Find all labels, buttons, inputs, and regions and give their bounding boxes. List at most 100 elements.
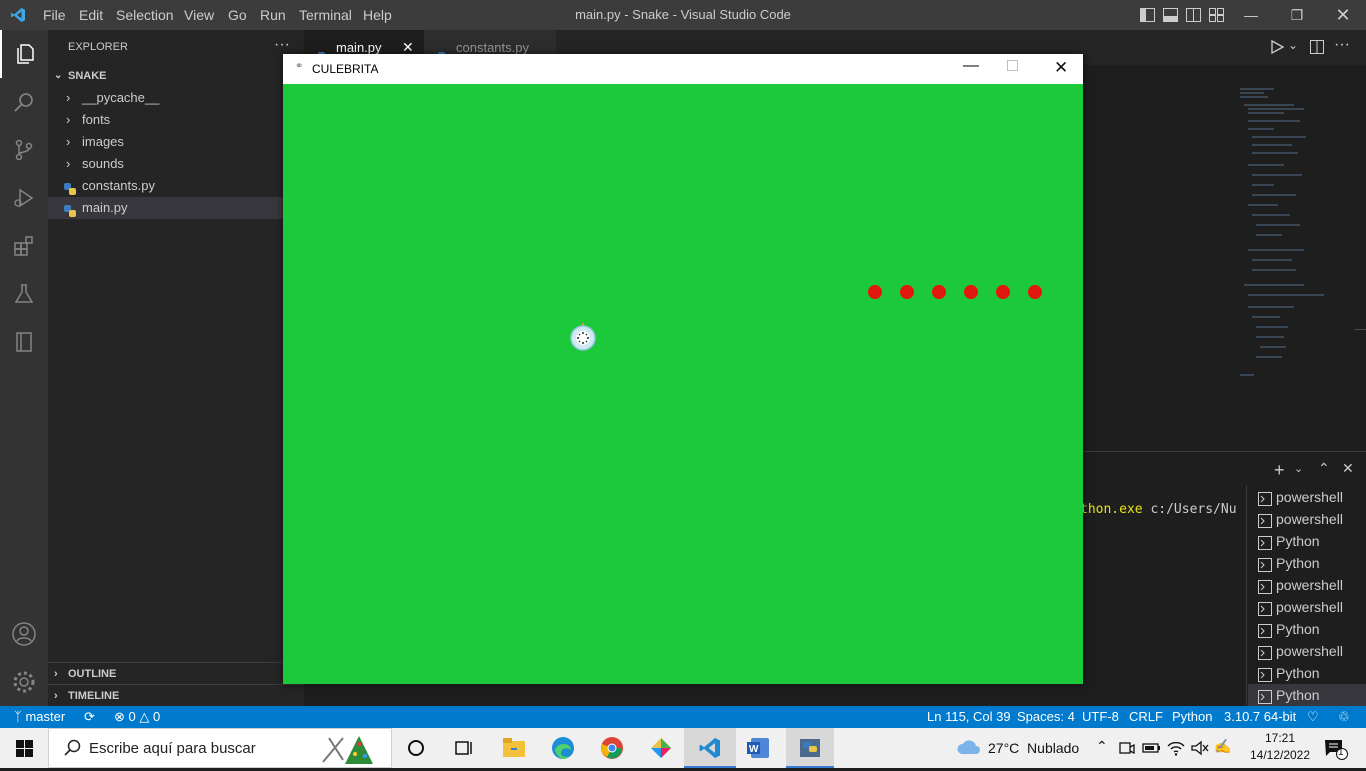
- toggle-secondary-sidebar-icon[interactable]: [1186, 8, 1201, 25]
- battery-icon[interactable]: [1142, 739, 1162, 762]
- windows-start-icon[interactable]: [16, 740, 33, 762]
- chrome-browser-icon[interactable]: [600, 736, 624, 765]
- terminal-instance-active[interactable]: Python: [1248, 684, 1366, 706]
- tree-item-label: fonts: [82, 112, 111, 127]
- tree-item-main[interactable]: main.py: [48, 197, 304, 219]
- explorer-icon[interactable]: [0, 30, 48, 78]
- workspace-root[interactable]: ⌄ SNAKE: [48, 65, 304, 87]
- more-actions-button[interactable]: ···: [274, 36, 290, 54]
- language-mode[interactable]: Python: [1172, 706, 1212, 728]
- extensions-icon[interactable]: [0, 222, 48, 270]
- input-language-icon[interactable]: ✍: [1214, 738, 1231, 755]
- source-control-icon[interactable]: [0, 126, 48, 174]
- feedback-icon[interactable]: ♡: [1307, 706, 1319, 728]
- game-canvas[interactable]: [283, 84, 1083, 684]
- encoding[interactable]: UTF-8: [1082, 706, 1119, 728]
- menu-edit[interactable]: Edit: [79, 7, 103, 23]
- menu-help[interactable]: Help: [363, 7, 392, 23]
- split-editor-icon[interactable]: [1310, 40, 1324, 59]
- minimize-button[interactable]: —: [1228, 0, 1274, 30]
- meet-now-icon[interactable]: [1118, 739, 1136, 762]
- chevron-down-icon[interactable]: ⌄: [1288, 38, 1298, 52]
- run-debug-icon[interactable]: [0, 174, 48, 222]
- terminal-instance[interactable]: powershell: [1248, 574, 1366, 596]
- menu-terminal[interactable]: Terminal: [299, 7, 352, 23]
- terminal-instance[interactable]: Python: [1248, 662, 1366, 684]
- sync-icon[interactable]: ⟳: [84, 706, 95, 728]
- new-terminal-icon[interactable]: +: [1274, 460, 1285, 481]
- taskbar-search-box[interactable]: Escribe aquí para buscar: [48, 728, 392, 768]
- terminal-instance[interactable]: Python: [1248, 530, 1366, 552]
- more-actions-icon[interactable]: ···: [1334, 36, 1350, 54]
- workspace-root-label: SNAKE: [68, 70, 107, 82]
- weather-status[interactable]: 27°C Nublado: [988, 740, 1079, 756]
- task-view-icon[interactable]: [454, 738, 474, 763]
- terminal-output[interactable]: thon.exe c:/Users/Nu: [1080, 502, 1237, 517]
- clock-date[interactable]: 14/12/2022: [1244, 748, 1316, 762]
- toggle-panel-icon[interactable]: [1163, 8, 1178, 25]
- run-python-icon[interactable]: [1270, 39, 1285, 59]
- game-maximize-button[interactable]: [1007, 60, 1018, 71]
- game-titlebar: ⚭ CULEBRITA — ✕: [283, 54, 1083, 84]
- testing-icon[interactable]: [0, 270, 48, 318]
- toggle-sidebar-icon[interactable]: [1140, 8, 1155, 25]
- notebook-icon[interactable]: [0, 318, 48, 366]
- word-icon[interactable]: W: [746, 736, 770, 765]
- edge-browser-icon[interactable]: [551, 736, 575, 765]
- python-taskbar-button[interactable]: [786, 728, 834, 768]
- chevron-down-icon: ⌄: [54, 70, 63, 81]
- terminal-instance[interactable]: powershell: [1248, 640, 1366, 662]
- menu-file[interactable]: File: [43, 7, 66, 23]
- chevron-up-icon[interactable]: ⌃: [1096, 738, 1108, 755]
- weather-cloud-icon: [956, 738, 982, 761]
- terminal-instance[interactable]: powershell: [1248, 596, 1366, 618]
- game-window[interactable]: ⚭ CULEBRITA — ✕: [283, 54, 1083, 684]
- chevron-down-icon[interactable]: ⌄: [1294, 462, 1303, 475]
- explorer-sidebar: EXPLORER ··· ⌄ SNAKE › __pycache__ › fon…: [48, 30, 304, 706]
- puzzle-app-icon[interactable]: [648, 736, 674, 765]
- tree-item-fonts[interactable]: › fonts: [48, 109, 304, 131]
- menu-run[interactable]: Run: [260, 7, 286, 23]
- outline-section[interactable]: › OUTLINE: [48, 662, 304, 684]
- tree-item-images[interactable]: › images: [48, 131, 304, 153]
- cortana-icon[interactable]: [406, 738, 426, 763]
- branch-status[interactable]: ᛉ master: [14, 706, 65, 728]
- tree-item-constants[interactable]: constants.py: [48, 175, 304, 197]
- problems-status[interactable]: ⊗ 0 △ 0: [114, 706, 160, 728]
- maximize-panel-icon[interactable]: ⌃: [1318, 460, 1330, 477]
- terminal-instance-label: powershell: [1276, 577, 1343, 593]
- fruit-icon: [569, 320, 597, 357]
- tree-item-sounds[interactable]: › sounds: [48, 153, 304, 175]
- timeline-section[interactable]: › TIMELINE: [48, 684, 304, 706]
- python-interpreter[interactable]: 3.10.7 64-bit: [1224, 706, 1296, 728]
- file-explorer-icon[interactable]: [502, 736, 526, 763]
- menu-view[interactable]: View: [184, 7, 214, 23]
- indentation[interactable]: Spaces: 4: [1017, 706, 1075, 728]
- terminal-instance[interactable]: Python: [1248, 618, 1366, 640]
- minimap[interactable]: [1234, 85, 1354, 385]
- close-panel-icon[interactable]: ✕: [1342, 460, 1354, 477]
- terminal-instance[interactable]: powershell: [1248, 508, 1366, 530]
- terminal-instance[interactable]: Python: [1248, 552, 1366, 574]
- restore-button[interactable]: ❐: [1274, 0, 1320, 30]
- search-icon[interactable]: [0, 78, 48, 126]
- game-minimize-button[interactable]: —: [963, 57, 979, 75]
- customize-layout-icon[interactable]: [1209, 8, 1224, 25]
- menu-go[interactable]: Go: [228, 7, 247, 23]
- action-center-icon[interactable]: 1: [1324, 738, 1348, 765]
- gear-icon[interactable]: [0, 658, 48, 706]
- eol[interactable]: CRLF: [1129, 706, 1163, 728]
- tree-item-pycache[interactable]: › __pycache__: [48, 87, 304, 109]
- menu-selection[interactable]: Selection: [116, 7, 174, 23]
- notifications-bell-icon[interactable]: ♲: [1338, 706, 1350, 728]
- terminal-instance[interactable]: powershell: [1248, 486, 1366, 508]
- clock-time[interactable]: 17:21: [1250, 731, 1310, 745]
- vscode-taskbar-button[interactable]: [684, 728, 736, 768]
- close-window-button[interactable]: ✕: [1320, 0, 1366, 30]
- cursor-position[interactable]: Ln 115, Col 39: [927, 706, 1011, 728]
- accounts-icon[interactable]: [0, 610, 48, 658]
- wifi-icon[interactable]: [1166, 739, 1186, 762]
- volume-muted-icon[interactable]: [1190, 739, 1210, 762]
- game-close-button[interactable]: ✕: [1054, 58, 1068, 78]
- chevron-right-icon: ›: [66, 134, 71, 149]
